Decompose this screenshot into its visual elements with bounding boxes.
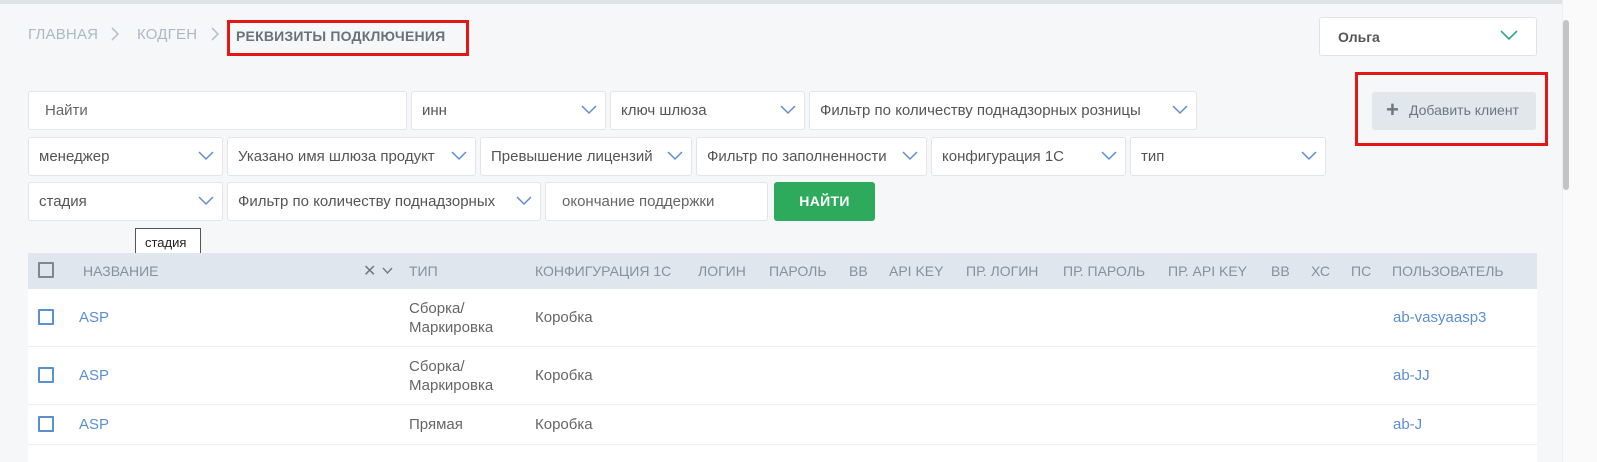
stage-select-value: стадия [39, 193, 87, 210]
chevron-down-icon [1172, 105, 1188, 115]
column-bb[interactable]: ВВ [849, 263, 868, 279]
type-select[interactable]: тип [1130, 137, 1326, 176]
gateway-key-select[interactable]: ключ шлюза [610, 91, 805, 130]
chevron-down-icon [667, 151, 683, 161]
chevron-right-icon [210, 25, 220, 46]
column-api-key[interactable]: API KEY [889, 263, 943, 279]
row-checkbox[interactable] [38, 367, 54, 383]
inn-select[interactable]: инн [411, 91, 606, 130]
chevron-down-icon [198, 196, 214, 206]
row-name-link[interactable]: ASP [79, 366, 109, 385]
table-row[interactable]: ASP Сборка/ Маркировка Коробка ab-JJ [28, 347, 1537, 405]
support-end-field[interactable] [545, 182, 768, 221]
select-all-checkbox[interactable] [38, 262, 54, 278]
column-xc[interactable]: ХС [1311, 263, 1330, 279]
configuration-select[interactable]: конфигурация 1С [931, 137, 1126, 176]
supervised-count-select-value: Фильтр по количеству поднадзорных [238, 193, 496, 210]
manager-select[interactable]: менеджер [28, 137, 223, 176]
supervised-count-select[interactable]: Фильтр по количеству поднадзорных [227, 182, 541, 221]
table-row-partial [28, 445, 1537, 462]
column-password[interactable]: ПАРОЛЬ [769, 263, 827, 279]
row-config: Коробка [535, 309, 593, 326]
chevron-down-icon [581, 105, 597, 115]
inn-select-value: инн [422, 102, 447, 119]
gateway-name-select[interactable]: Указано имя шлюза продукт [227, 137, 476, 176]
user-select[interactable]: Ольга [1319, 17, 1537, 56]
find-button[interactable]: НАЙТИ [774, 182, 875, 221]
column-pc[interactable]: ПС [1351, 263, 1371, 279]
row-user-link[interactable]: ab-JJ [1393, 366, 1430, 385]
manager-select-value: менеджер [39, 148, 110, 165]
top-border [0, 0, 1562, 4]
search-field[interactable] [28, 91, 407, 130]
stage-select[interactable]: стадия [28, 182, 223, 221]
retail-count-select-value: Фильтр по количеству поднадзорных розниц… [820, 102, 1141, 119]
highlight-box-add-client [1355, 72, 1548, 146]
chevron-down-icon [1301, 151, 1317, 161]
retail-count-select[interactable]: Фильтр по количеству поднадзорных розниц… [809, 91, 1197, 130]
configuration-select-value: конфигурация 1С [942, 148, 1064, 165]
column-type[interactable]: ТИП [409, 263, 438, 279]
column-pr-login[interactable]: ПР. ЛОГИН [966, 263, 1038, 279]
chevron-down-icon [780, 105, 796, 115]
chevron-down-icon [198, 151, 214, 161]
row-name-link[interactable]: ASP [79, 308, 109, 327]
column-user[interactable]: ПОЛЬЗОВАТЕЛЬ [1392, 263, 1504, 279]
table-header: НАЗВАНИЕ ✕ ТИП КОНФИГУРАЦИЯ 1С ЛОГИН ПАР… [28, 253, 1537, 289]
chevron-down-icon [1500, 29, 1518, 41]
row-type-line1: Сборка/ [409, 358, 465, 375]
row-type-line2: Маркировка [409, 377, 494, 394]
search-input[interactable] [43, 101, 347, 120]
row-name-link[interactable]: ASP [79, 415, 109, 434]
column-bb-2[interactable]: ВВ [1271, 263, 1290, 279]
fill-filter-select[interactable]: Фильтр по заполненности [696, 137, 927, 176]
fill-filter-select-value: Фильтр по заполненности [707, 148, 887, 165]
row-type-line1: Прямая [409, 416, 463, 433]
column-name-tools: ✕ [363, 261, 393, 281]
close-icon[interactable]: ✕ [363, 263, 376, 280]
breadcrumb-codegen[interactable]: КОДГЕН [137, 26, 197, 43]
type-select-value: тип [1141, 148, 1165, 165]
row-type-line2: Маркировка [409, 319, 494, 336]
gateway-key-select-value: ключ шлюза [621, 102, 707, 119]
chevron-down-icon [1101, 151, 1117, 161]
row-config: Коробка [535, 367, 593, 384]
chevron-right-icon [110, 25, 120, 46]
row-user-link[interactable]: ab-vasyaasp3 [1393, 308, 1486, 327]
row-checkbox[interactable] [38, 309, 54, 325]
column-pr-password[interactable]: ПР. ПАРОЛЬ [1063, 263, 1145, 279]
support-end-input[interactable] [560, 192, 754, 211]
row-type-line1: Сборка/ [409, 300, 465, 317]
column-login[interactable]: ЛОГИН [698, 263, 746, 279]
table-row[interactable]: ASP Сборка/ Маркировка Коробка ab-vasyaa… [28, 289, 1537, 347]
row-config: Коробка [535, 416, 593, 433]
column-pr-api-key[interactable]: ПР. API KEY [1168, 263, 1247, 279]
gateway-name-select-value: Указано имя шлюза продукт [238, 148, 435, 165]
chevron-down-icon [451, 151, 467, 161]
row-user-link[interactable]: ab-J [1393, 415, 1422, 434]
license-excess-select-value: Превышение лицензий [491, 148, 653, 165]
license-excess-select[interactable]: Превышение лицензий [480, 137, 692, 176]
chevron-down-icon [902, 151, 918, 161]
chevron-down-icon[interactable] [382, 267, 393, 275]
row-checkbox[interactable] [38, 416, 54, 432]
chevron-down-icon [516, 196, 532, 206]
column-config[interactable]: КОНФИГУРАЦИЯ 1С [535, 263, 671, 279]
table-row[interactable]: ASP Прямая Коробка ab-J [28, 405, 1537, 445]
highlight-box-breadcrumb [227, 20, 469, 56]
scrollbar-thumb[interactable] [1563, 20, 1569, 190]
column-name[interactable]: НАЗВАНИЕ [83, 263, 158, 279]
user-select-value: Ольга [1338, 29, 1380, 45]
breadcrumb-home[interactable]: ГЛАВНАЯ [28, 26, 98, 43]
